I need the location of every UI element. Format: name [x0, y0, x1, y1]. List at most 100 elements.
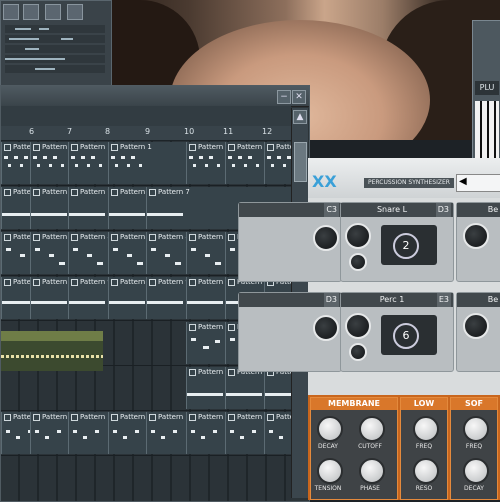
pad-knob[interactable] — [463, 313, 489, 339]
keyboard[interactable] — [475, 101, 499, 161]
pattern-clip[interactable]: Pattern 9 — [30, 277, 68, 319]
note-mark — [173, 430, 177, 433]
synth-knob[interactable] — [413, 458, 439, 484]
ruler-tick: 11 — [223, 127, 234, 136]
synth-knob[interactable] — [413, 416, 439, 442]
pattern-clip[interactable]: Pattern — [264, 367, 291, 409]
section-title: SOF — [451, 398, 497, 410]
pattern-clip-label: Pattern 1 — [189, 143, 225, 151]
note-mark — [165, 254, 170, 257]
pattern-clip[interactable]: Pattern 8 — [186, 232, 225, 274]
pattern-clip[interactable]: Pattern 9 — [68, 277, 108, 319]
tool-button[interactable] — [23, 4, 39, 20]
playlist-titlebar[interactable]: − ✕ — [1, 86, 309, 107]
playlist-track[interactable]: PatternPatternPattern — [1, 366, 291, 411]
pattern-clip[interactable]: Pattern 8 — [108, 232, 146, 274]
drum-pad[interactable]: Snare L D3 2 — [340, 202, 454, 282]
note-mark — [213, 430, 217, 433]
pad-knob[interactable] — [313, 315, 339, 341]
pattern-clip[interactable]: Pattern ... — [30, 412, 68, 454]
pattern-clip[interactable]: Pattern 1 — [1, 142, 30, 184]
section-title: MEMBRANE — [311, 398, 397, 410]
synth-knob[interactable] — [463, 416, 489, 442]
pattern-clip[interactable]: Pattern 7 — [108, 187, 146, 229]
pattern-clip[interactable]: Pattern 1 — [68, 142, 108, 184]
note-mark — [61, 164, 64, 167]
note-mark — [37, 164, 40, 167]
note-mark — [109, 301, 145, 304]
pattern-clip[interactable]: Pattern — [186, 367, 225, 409]
scrollbar-thumb[interactable] — [294, 142, 307, 182]
pattern-clip[interactable]: Pattern 1 — [225, 142, 264, 184]
pattern-clip[interactable]: Pattern 7 — [68, 187, 108, 229]
pattern-clip[interactable]: Pattern 7 — [1, 187, 30, 229]
pattern-clip[interactable]: Pattern ... — [186, 412, 225, 454]
pad-small-knob[interactable] — [349, 253, 367, 271]
drum-pad[interactable]: D3 — [238, 292, 342, 372]
pattern-clip[interactable]: Pattern ... — [1, 412, 30, 454]
pattern-clip[interactable]: Pattern ... — [108, 412, 146, 454]
pattern-clip[interactable]: Pattern ... — [225, 412, 264, 454]
synth-knob[interactable] — [463, 458, 489, 484]
tool-button[interactable] — [45, 4, 61, 20]
piano-roll-preview-window[interactable] — [0, 0, 112, 86]
pattern-clip-label: Pattern — [189, 368, 223, 376]
ruler-tick: 12 — [262, 127, 273, 136]
pattern-clip[interactable]: Pattern 7 — [30, 187, 68, 229]
pad-knob[interactable] — [463, 223, 489, 249]
scroll-up-icon[interactable]: ▲ — [293, 110, 307, 124]
timeline-ruler[interactable]: 6 7 8 9 10 11 12 — [1, 126, 291, 141]
pattern-clip[interactable]: Pattern 1 — [108, 142, 186, 184]
pattern-clip[interactable]: Pattern 9 — [146, 277, 186, 319]
note-mark — [20, 164, 23, 167]
note-mark — [115, 164, 118, 167]
synth-knob[interactable] — [317, 458, 343, 484]
drum-pad[interactable]: C3 — [238, 202, 342, 282]
pattern-clip[interactable]: Pattern — [225, 367, 264, 409]
synth-section: SOF FREQ DECAY — [450, 397, 498, 500]
note-mark — [2, 301, 30, 304]
tool-button[interactable] — [3, 4, 19, 20]
pattern-clip[interactable]: Pattern ... — [68, 412, 108, 454]
pattern-clip[interactable]: Pattern 8 — [1, 232, 30, 274]
automation-clip[interactable] — [1, 331, 103, 371]
playlist-track[interactable]: Pattern 1Pattern 1Pattern 1Pattern 1Patt… — [1, 141, 291, 186]
pattern-clip[interactable]: Pattern — [186, 322, 225, 364]
note-mark — [205, 164, 208, 167]
pattern-clip[interactable]: Pattern 9 — [108, 277, 146, 319]
note-mark — [127, 164, 130, 167]
note-mark — [267, 156, 271, 159]
plugin-window[interactable]: PLU — [472, 20, 500, 162]
note-mark — [73, 430, 77, 433]
drum-pad[interactable]: Be — [456, 202, 500, 282]
synth-knob[interactable] — [359, 458, 385, 484]
pattern-clip[interactable]: Pattern 8 — [30, 232, 68, 274]
drum-pad[interactable]: Be — [456, 292, 500, 372]
pattern-clip[interactable]: Pattern ... — [146, 412, 186, 454]
note-mark — [203, 346, 209, 349]
pattern-clip[interactable]: Pattern 1 — [186, 142, 225, 184]
pattern-clip[interactable]: Pattern 8 — [68, 232, 108, 274]
close-icon[interactable]: ✕ — [292, 90, 306, 104]
preset-selector[interactable]: ◀ — [456, 174, 500, 192]
note-mark — [43, 156, 47, 159]
synth-knob[interactable] — [359, 416, 385, 442]
synth-knob[interactable] — [317, 416, 343, 442]
plugin-label: PLU — [475, 81, 499, 95]
pattern-clip[interactable]: Pattern 1 — [30, 142, 68, 184]
pattern-clip[interactable]: Pattern ... — [264, 412, 291, 454]
pad-knob[interactable] — [345, 313, 371, 339]
pad-small-knob[interactable] — [349, 343, 367, 361]
pattern-clip[interactable]: Pattern 9 — [1, 277, 30, 319]
pad-knob[interactable] — [345, 223, 371, 249]
ruler-tick: 7 — [67, 127, 73, 136]
drum-pad[interactable]: Perc 1 E3 6 — [340, 292, 454, 372]
playlist-track[interactable]: Pattern ...Pattern ...Pattern ...Pattern… — [1, 411, 291, 456]
tool-button[interactable] — [67, 4, 83, 20]
note-mark — [209, 156, 213, 159]
pattern-clip[interactable]: Pattern 1 — [264, 142, 291, 184]
minimize-icon[interactable]: − — [277, 90, 291, 104]
pattern-clip[interactable]: Pattern 9 — [186, 277, 225, 319]
pad-knob[interactable] — [313, 225, 339, 251]
pattern-clip[interactable]: Pattern 8 — [146, 232, 186, 274]
